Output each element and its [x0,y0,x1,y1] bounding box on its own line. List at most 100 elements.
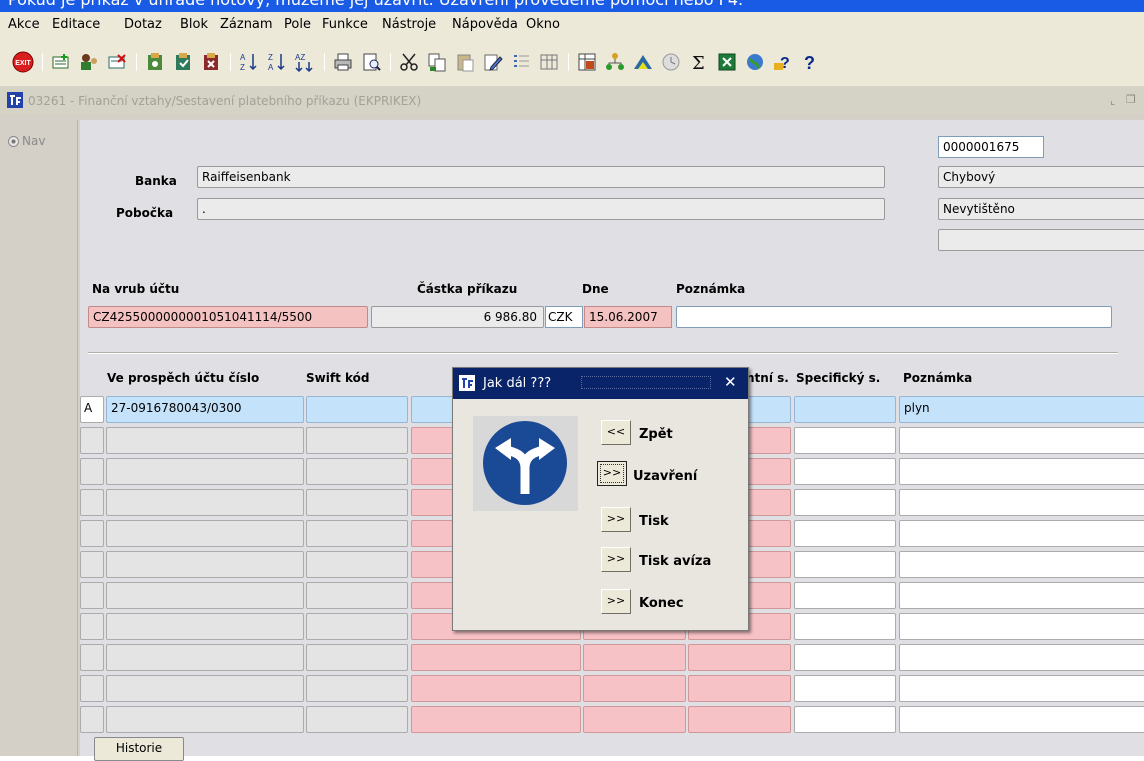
menu-funkce[interactable]: Funkce [322,17,368,32]
cut-icon[interactable] [398,51,420,73]
menu-okno[interactable]: Okno [526,17,560,32]
grid-cell-swift[interactable] [306,675,408,702]
menu-zaznam[interactable]: Záznam [220,17,273,32]
grid-cell-note[interactable] [899,582,1144,609]
grid-cell-swift[interactable] [306,520,408,547]
grid-cell-spec[interactable] [794,644,896,671]
grid-cell-note[interactable]: plyn [899,396,1144,423]
grid-cell-note[interactable] [899,675,1144,702]
minimize-icon[interactable]: ⌞ [1110,94,1115,107]
date-field[interactable]: 15.06.2007 [584,306,672,328]
add-record-icon[interactable] [50,51,72,73]
table-icon[interactable] [576,51,598,73]
copy-icon[interactable] [426,51,448,73]
grid-cell-swift[interactable] [306,489,408,516]
grid-cell-spec[interactable] [794,613,896,640]
grid-cell-account[interactable] [106,551,304,578]
menu-dotaz[interactable]: Dotaz [124,17,162,32]
grid-cell-note[interactable] [899,551,1144,578]
grid-cell-note[interactable] [899,706,1144,733]
grid-cell-flag[interactable] [80,551,104,578]
grid-cell-flag[interactable]: A [80,396,104,423]
grid-cell-p3[interactable] [688,675,791,702]
grid-cell-spec[interactable] [794,582,896,609]
sort-custom-icon[interactable]: AZ [294,51,316,73]
grid-cell-flag[interactable] [80,644,104,671]
currency-field[interactable]: CZK [545,306,583,328]
grid-cell-p3[interactable] [688,644,791,671]
grid-cell-flag[interactable] [80,458,104,485]
print-icon[interactable] [332,51,354,73]
branch-field[interactable]: . [197,198,885,220]
grid-cell-p2[interactable] [583,675,686,702]
exit-icon[interactable]: EXIT [12,51,34,73]
grid-cell-spec[interactable] [794,551,896,578]
tree-icon[interactable] [604,51,626,73]
grid-cell-note[interactable] [899,520,1144,547]
grid-cell-note[interactable] [899,613,1144,640]
end-button[interactable]: >> [601,589,631,614]
sum-icon[interactable]: Σ [688,51,710,73]
menu-pole[interactable]: Pole [284,17,311,32]
grid-cell-account[interactable] [106,613,304,640]
menu-blok[interactable]: Blok [180,17,208,32]
help-context-icon[interactable]: ? [772,51,794,73]
columns-icon[interactable] [538,51,560,73]
user-icon[interactable] [78,51,100,73]
grid-cell-spec[interactable] [794,520,896,547]
menu-editace[interactable]: Editace [52,17,100,32]
grid-cell-spec[interactable] [794,458,896,485]
edit-icon[interactable] [482,51,504,73]
grid-cell-p2[interactable] [583,706,686,733]
query-enter-icon[interactable] [144,51,166,73]
grid-cell-account[interactable] [106,458,304,485]
grid-cell-account[interactable] [106,427,304,454]
history-button[interactable]: Historie [94,737,184,761]
grid-cell-swift[interactable] [306,551,408,578]
grid-cell-swift[interactable] [306,582,408,609]
grid-cell-note[interactable] [899,489,1144,516]
grid-cell-spec[interactable] [794,427,896,454]
clock-icon[interactable] [660,51,682,73]
grid-cell-flag[interactable] [80,613,104,640]
close-icon[interactable]: ✕ [724,373,737,391]
grid-cell-account[interactable] [106,489,304,516]
menu-nastroje[interactable]: Nástroje [382,17,436,32]
dialog-title-bar[interactable]: Jak dál ??? ✕ [453,368,748,399]
document-number-field[interactable]: 0000001675 [938,136,1044,158]
chart-icon[interactable] [632,51,654,73]
grid-cell-flag[interactable] [80,706,104,733]
query-execute-icon[interactable] [172,51,194,73]
grid-cell-spec[interactable] [794,706,896,733]
grid-cell-p1[interactable] [411,675,581,702]
print-preview-icon[interactable] [360,51,382,73]
grid-cell-p3[interactable] [688,706,791,733]
print-advice-button[interactable]: >> [601,547,631,572]
grid-cell-note[interactable] [899,427,1144,454]
grid-cell-spec[interactable] [794,489,896,516]
grid-cell-swift[interactable] [306,613,408,640]
grid-cell-spec[interactable] [794,675,896,702]
grid-cell-spec[interactable] [794,396,896,423]
grid-cell-account[interactable] [106,644,304,671]
grid-cell-account[interactable] [106,675,304,702]
note-field[interactable] [676,306,1112,328]
grid-cell-p1[interactable] [411,644,581,671]
help-icon[interactable]: ? [800,51,822,73]
grid-cell-account[interactable] [106,706,304,733]
grid-cell-p1[interactable] [411,706,581,733]
grid-cell-swift[interactable] [306,644,408,671]
status-field[interactable]: Chybový [938,166,1144,188]
grid-cell-note[interactable] [899,644,1144,671]
grid-cell-swift[interactable] [306,458,408,485]
grid-cell-account[interactable]: 27-0916780043/0300 [106,396,304,423]
excel-export-icon[interactable] [716,51,738,73]
print-button[interactable]: >> [601,507,631,532]
grid-cell-flag[interactable] [80,427,104,454]
query-cancel-icon[interactable] [200,51,222,73]
menu-akce[interactable]: Akce [8,17,40,32]
grid-cell-p2[interactable] [583,644,686,671]
sort-ascending-icon[interactable]: AZ [238,51,260,73]
grid-cell-flag[interactable] [80,489,104,516]
debit-account-field[interactable]: CZ4255000000001051041114/5500 [88,306,368,328]
